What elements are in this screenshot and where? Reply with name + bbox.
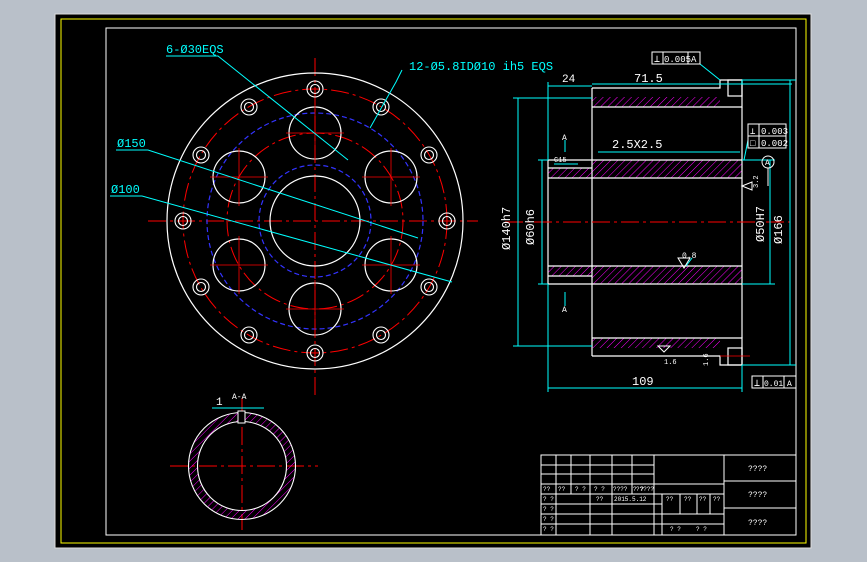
datum-a-label: A (765, 159, 770, 168)
runout-tolerance: 0.01 (764, 380, 783, 389)
dim-dia-150: Ø150 (117, 137, 146, 151)
flatness-symbol: ⊥ (654, 55, 660, 66)
dim-109: 109 (632, 375, 654, 389)
dim-dia-166: Ø166 (772, 215, 786, 244)
tb-r3c5: ???? (613, 486, 628, 493)
tb-r4c1: ? ? (543, 496, 554, 503)
tb-r4c8: ?? (684, 496, 692, 503)
runout-datum: A (787, 380, 792, 389)
callout-bolts: 12-Ø5.8IDØ10 ih5 EQS (409, 60, 553, 74)
tb-right-top: ???? (748, 465, 767, 474)
dim-c15: C15 (554, 157, 567, 165)
tb-r7c1: ? ? (543, 526, 554, 533)
perp-tolerance: 0.003 (761, 127, 788, 137)
tb-r4c10: ?? (713, 496, 721, 503)
roughness-1-6-a: 1.6 (664, 359, 677, 367)
tb-r4c5: 2015.5.12 (614, 496, 647, 503)
tb-r3c1: ?? (543, 486, 551, 493)
para-symbol: □ (750, 139, 756, 149)
flatness-tolerance: 0.005 (664, 55, 691, 65)
dim-dia-140h7: Ø140h7 (500, 207, 514, 250)
section-cut-a-top: A (562, 134, 567, 143)
dim-dia-50H7: Ø50H7 (754, 206, 768, 242)
tb-r6c1: ? ? (543, 516, 554, 523)
roughness-1-6-b: 1.6 (703, 353, 711, 366)
dim-dia-100: Ø100 (111, 183, 140, 197)
tb-r5c1: ? ? (543, 506, 554, 513)
dim-dia-60h6: Ø60h6 (524, 209, 538, 245)
dim-24: 24 (562, 74, 576, 86)
section-cut-a-bottom: A (562, 306, 567, 315)
tb-right-mid: ???? (748, 491, 767, 500)
tb-r3c7: ????? (636, 486, 654, 493)
perp-symbol: ⊥ (750, 127, 756, 137)
tb-r3c2: ?? (558, 486, 566, 493)
tb-r7c5: ? ? (670, 526, 681, 533)
tb-r7c6: ? ? (696, 526, 707, 533)
tb-r4c7: ?? (666, 496, 674, 503)
roughness-3-2: 3.2 (753, 175, 761, 188)
tb-r3c4: ? ? (594, 486, 605, 493)
tb-right-bot: ???? (748, 519, 767, 528)
runout-symbol: ⊥ (754, 379, 760, 390)
para-tolerance: 0.002 (761, 139, 788, 149)
detail-dim-1: 1 (216, 397, 223, 409)
tb-r4c9: ?? (699, 496, 707, 503)
callout-holes: 6-Ø30EQS (166, 43, 224, 57)
tb-r3c3: ? ? (575, 486, 586, 493)
dim-chamfer: 2.5X2.5 (612, 138, 662, 152)
cad-drawing: 6-Ø30EQS 12-Ø5.8IDØ10 ih5 EQS Ø150 Ø100 (54, 13, 812, 549)
dim-71-5: 71.5 (634, 72, 663, 86)
tb-r4c4: ?? (596, 496, 604, 503)
detail-label: A-A (232, 393, 247, 402)
flatness-datum: A (691, 55, 697, 65)
